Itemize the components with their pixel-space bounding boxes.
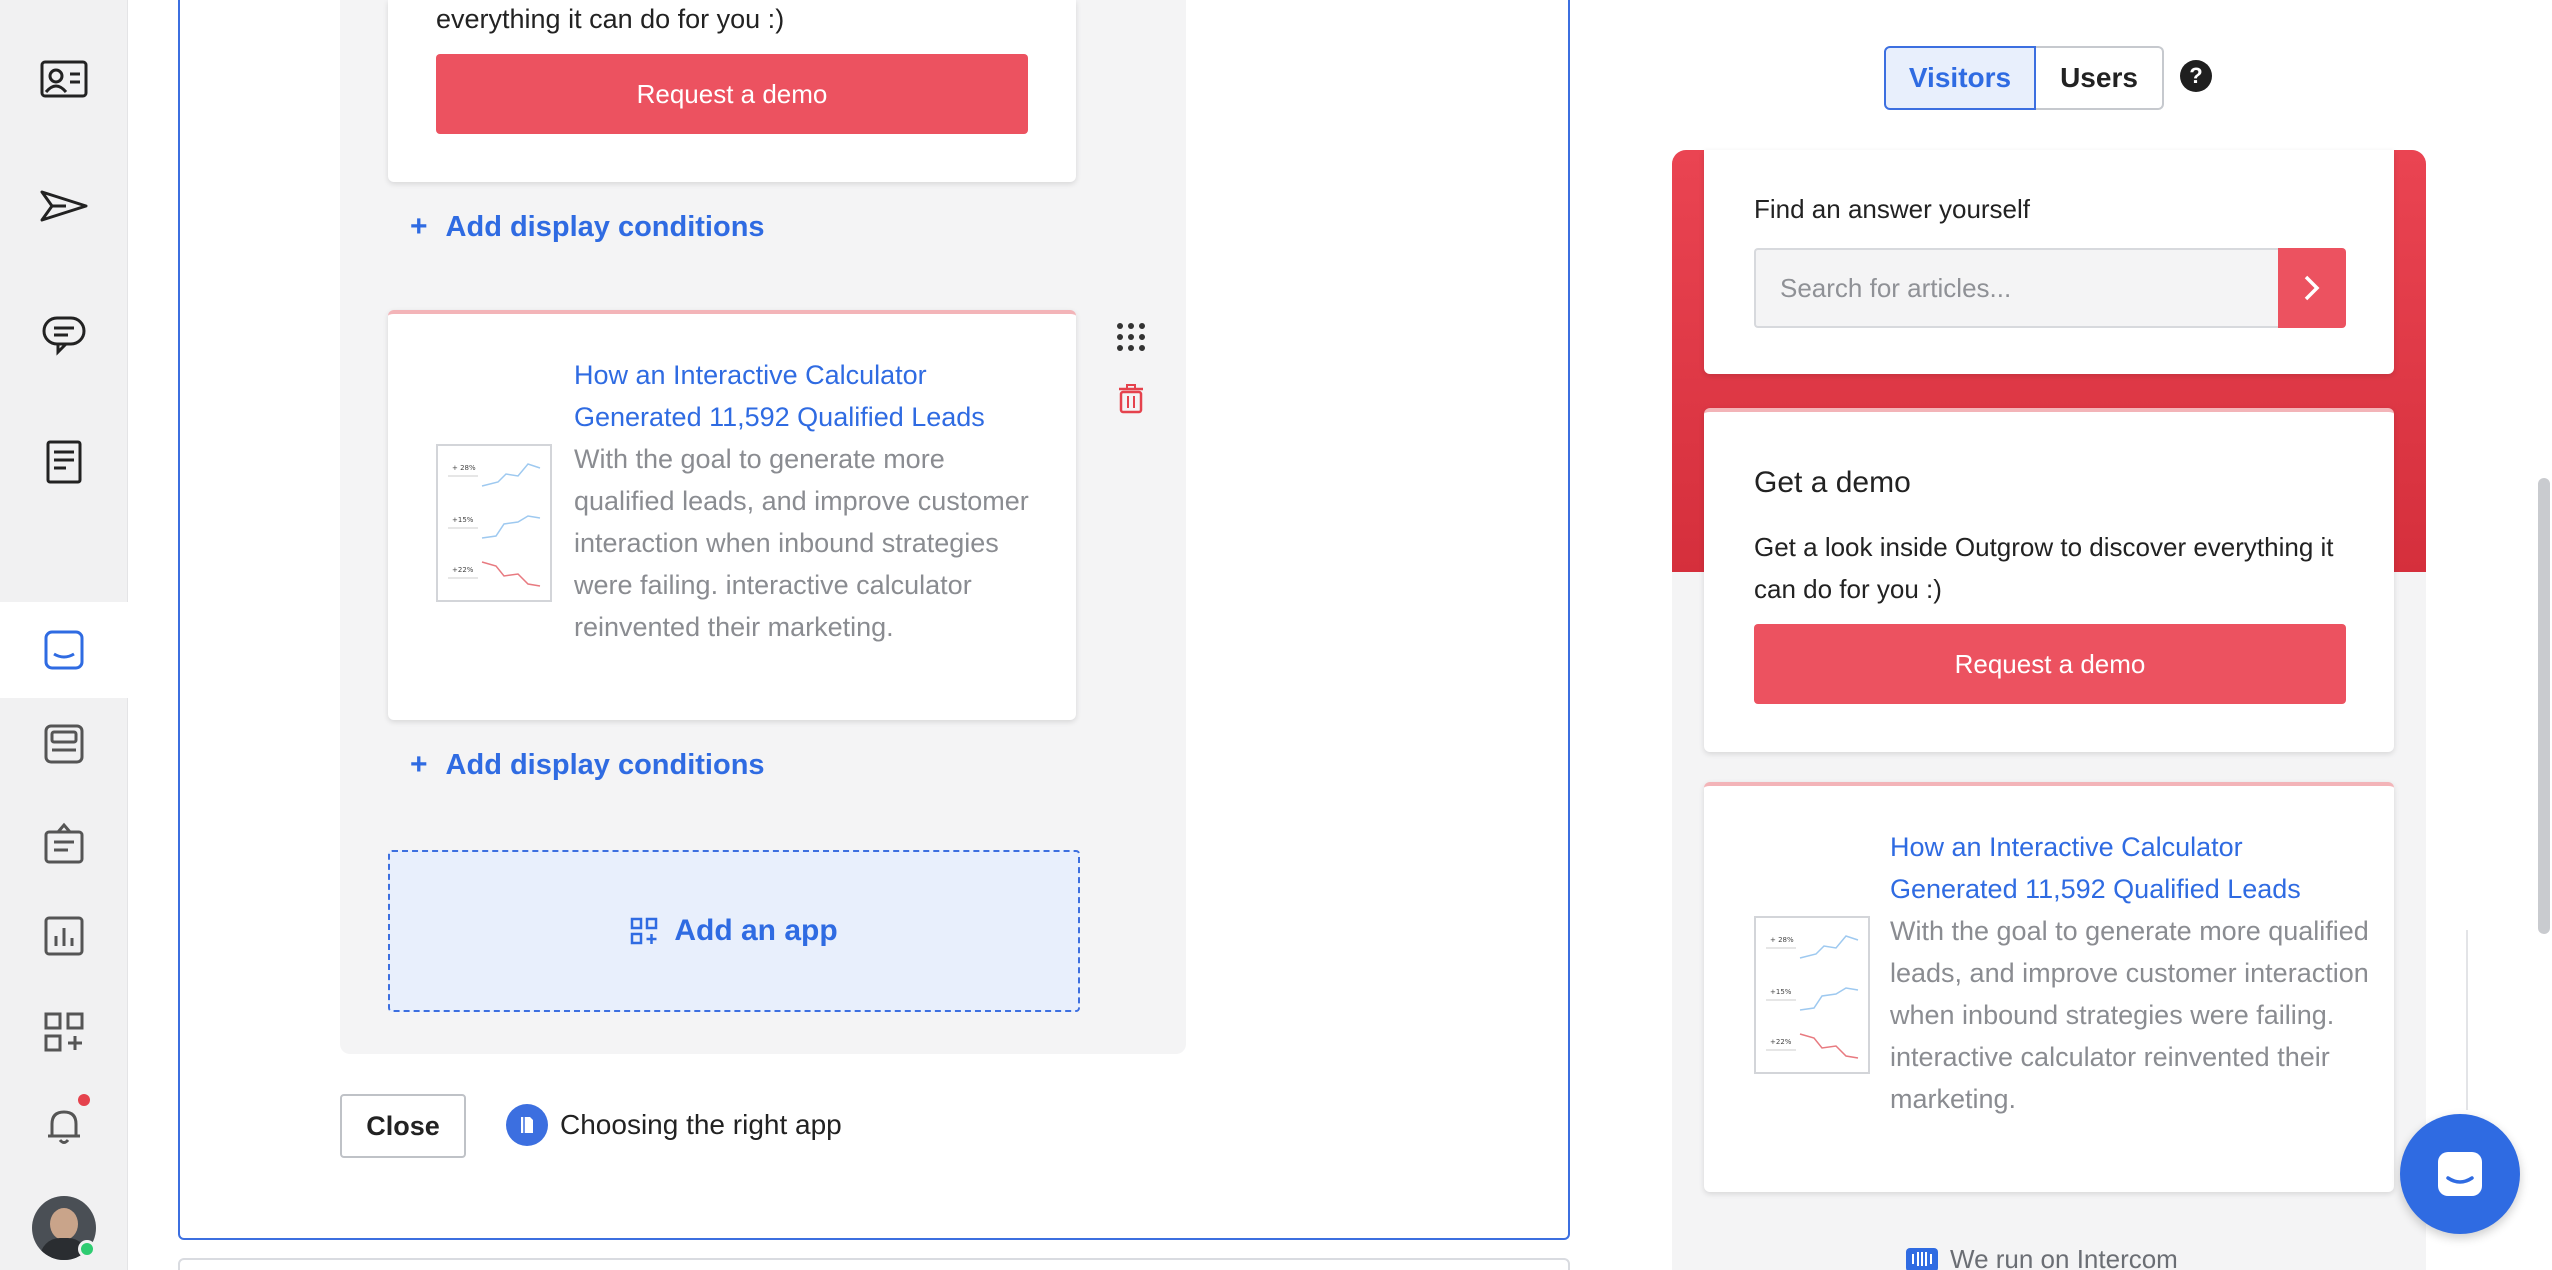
inbox-chat-icon	[42, 316, 86, 356]
left-nav-rail	[0, 0, 128, 1270]
thumb-label-2: +15%	[452, 516, 474, 524]
audience-toggle: Visitors Users	[1884, 46, 2164, 110]
intercom-footer-label: We run on Intercom	[1950, 1244, 2178, 1270]
next-section-edge	[178, 1258, 1570, 1270]
close-button[interactable]: Close	[340, 1094, 466, 1158]
demo-text-tail: everything it can do for you :)	[436, 4, 785, 34]
chart-thumbnail-icon: + 28% +15% +22%	[1766, 935, 1859, 1059]
book-icon	[506, 1104, 548, 1146]
article-card-editor[interactable]: + 28% +15% +22% How an Interactive Calcu…	[388, 310, 1076, 720]
thumb-label-2: +15%	[1770, 988, 1792, 996]
nav-notifications[interactable]	[0, 1078, 128, 1174]
contacts-icon	[40, 60, 88, 98]
add-app-label: Add an app	[674, 914, 838, 947]
request-demo-button-preview[interactable]: Request a demo	[1754, 624, 2346, 704]
help-question-icon[interactable]: ?	[2180, 60, 2212, 92]
article-description: With the goal to generate more qualified…	[574, 444, 1029, 642]
demo-title: Get a demo	[1754, 466, 1911, 499]
request-demo-button[interactable]: Request a demo	[436, 54, 1028, 134]
plus-icon: +	[410, 748, 428, 781]
nav-messenger[interactable]	[0, 602, 128, 698]
add-display-conditions-2[interactable]: + Add display conditions	[410, 748, 765, 782]
article-title-link-preview[interactable]: How an Interactive Calculator Generated …	[1890, 826, 2370, 910]
chevron-right-icon	[2304, 275, 2320, 301]
article-description-preview: With the goal to generate more qualified…	[1890, 916, 2369, 1114]
divider-line	[2466, 930, 2468, 1110]
find-answer-label: Find an answer yourself	[1754, 194, 2031, 224]
notifications-bell-icon	[48, 1110, 80, 1144]
search-articles-input[interactable]: Search for articles...	[1754, 248, 2278, 328]
choosing-right-app-link[interactable]: Choosing the right app	[506, 1104, 842, 1146]
outbound-send-icon	[40, 190, 88, 222]
apps-icon	[44, 1012, 84, 1052]
trash-icon[interactable]	[1118, 384, 1144, 414]
thumb-label-3: +22%	[1770, 1038, 1792, 1046]
add-app-icon	[631, 917, 658, 945]
add-display-conditions-1[interactable]: + Add display conditions	[410, 210, 765, 244]
add-app-dropzone[interactable]: Add an app	[388, 850, 1080, 1012]
notification-dot	[78, 1094, 90, 1106]
nav-help-center[interactable]	[0, 696, 128, 792]
nav-apps[interactable]	[0, 984, 128, 1080]
intercom-logo-icon	[1906, 1247, 1938, 1270]
reports-icon	[44, 916, 84, 956]
demo-card-preview: Get a demo Get a look inside Outgrow to …	[1704, 408, 2394, 752]
online-status-dot	[78, 1240, 96, 1258]
nav-contacts[interactable]	[0, 32, 128, 128]
demo-description: Get a look inside Outgrow to discover ev…	[1754, 532, 2334, 604]
nav-reports[interactable]	[0, 888, 128, 984]
articles-icon	[46, 440, 82, 484]
intercom-footer[interactable]: We run on Intercom	[1906, 1244, 2178, 1270]
nav-inbox[interactable]	[0, 286, 128, 382]
toggle-visitors[interactable]: Visitors	[1884, 46, 2036, 110]
help-link-label: Choosing the right app	[560, 1109, 842, 1140]
messenger-icon	[44, 630, 84, 670]
thumb-label-1: + 28%	[452, 464, 476, 472]
add-conditions-label: Add display conditions	[445, 748, 765, 781]
chart-thumbnail-icon: + 28% +15% +22%	[448, 463, 541, 587]
nav-outbound[interactable]	[0, 158, 128, 254]
messenger-launcher-button[interactable]	[2400, 1114, 2520, 1234]
thumb-label-3: +22%	[452, 566, 474, 574]
demo-card-editor: everything it can do for you :) Request …	[388, 0, 1076, 182]
toggle-users[interactable]: Users	[2036, 46, 2164, 110]
search-submit-button[interactable]	[2278, 248, 2346, 328]
chat-launcher-icon	[2438, 1152, 2482, 1196]
plus-icon: +	[410, 210, 428, 243]
operator-icon	[44, 822, 84, 864]
article-card-preview[interactable]: + 28% +15% +22% How an Interactive Calcu…	[1704, 782, 2394, 1192]
nav-operator[interactable]	[0, 796, 128, 892]
page-scrollbar[interactable]	[2538, 478, 2550, 934]
nav-articles[interactable]	[0, 414, 128, 510]
article-thumbnail: + 28% +15% +22%	[1754, 916, 1870, 1074]
help-center-icon	[44, 724, 84, 764]
article-title-link[interactable]: How an Interactive Calculator Generated …	[574, 354, 1044, 438]
thumb-label-1: + 28%	[1770, 936, 1794, 944]
article-thumbnail: + 28% +15% +22%	[436, 444, 552, 602]
add-conditions-label: Add display conditions	[445, 210, 765, 243]
drag-handle-icon[interactable]	[1114, 320, 1148, 354]
